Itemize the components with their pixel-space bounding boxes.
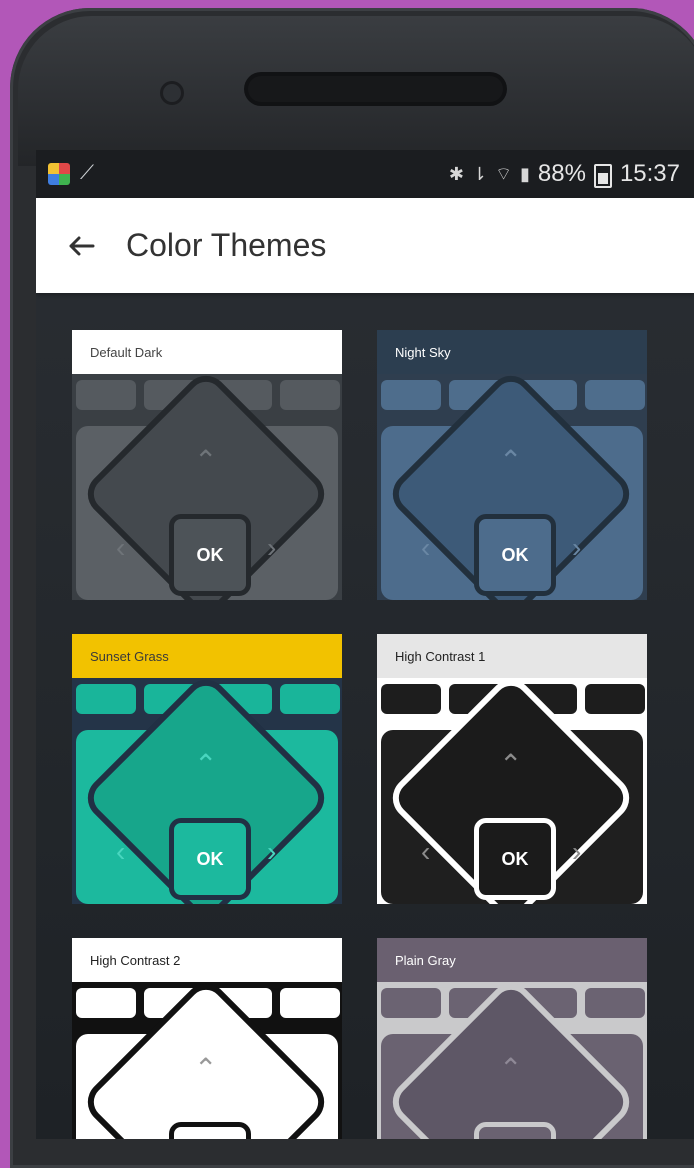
status-bar: ⟋ ✱ ⇂ ⌔ ▮ 88% 15:37 — [36, 150, 694, 198]
chevron-right-icon: › — [267, 836, 277, 867]
theme-card-2[interactable]: Sunset Grass ⌃ ‹ › OK — [72, 634, 342, 904]
theme-name: Night Sky — [377, 330, 647, 374]
theme-preview: ⌃ ‹ › OK — [72, 678, 342, 904]
theme-card-1[interactable]: Night Sky ⌃ ‹ › OK — [377, 330, 647, 600]
chevron-up-icon: ⌃ — [499, 445, 523, 476]
theme-preview: ⌃ ‹ › OK — [377, 374, 647, 600]
preview-key — [585, 684, 645, 714]
bluetooth-icon: ✱ — [448, 163, 464, 184]
battery-level: 88% — [537, 160, 586, 187]
preview-key — [280, 684, 340, 714]
status-left: ⟋ — [48, 162, 94, 185]
theme-preview: ⌃ ‹ › OK — [377, 678, 647, 904]
chevron-right-icon: › — [572, 532, 582, 563]
plug-icon: ⟋ — [80, 162, 94, 184]
preview-key — [381, 380, 441, 410]
app-bar: Color Themes — [36, 198, 694, 293]
preview-key — [381, 684, 441, 714]
theme-name: Default Dark — [72, 330, 342, 374]
preview-ok-button: OK — [474, 818, 556, 900]
camera-icon — [163, 84, 181, 102]
theme-card-3[interactable]: High Contrast 1 ⌃ ‹ › OK — [377, 634, 647, 904]
preview-ok-button: OK — [474, 1122, 556, 1139]
chevron-up-icon: ⌃ — [499, 1053, 523, 1084]
battery-icon — [593, 164, 612, 188]
wifi-icon: ⌔ — [495, 163, 512, 184]
chevron-right-icon: › — [572, 836, 582, 867]
status-right: ✱ ⇂ ⌔ ▮ 88% 15:37 — [449, 160, 680, 188]
chevron-left-icon: ‹ — [421, 532, 431, 563]
phone-frame: ⟋ ✱ ⇂ ⌔ ▮ 88% 15:37 Color Themes Default… — [0, 0, 694, 1168]
chevron-up-icon: ⌃ — [194, 1053, 218, 1084]
chevron-up-icon: ⌃ — [194, 445, 218, 476]
preview-key — [280, 988, 340, 1018]
theme-preview: ⌃ ‹ › OK — [72, 374, 342, 600]
chevron-left-icon: ‹ — [116, 836, 126, 867]
theme-name: Sunset Grass — [72, 634, 342, 678]
cell-icon: ▮ — [519, 163, 530, 184]
preview-key — [76, 684, 136, 714]
preview-key — [76, 988, 136, 1018]
chevron-up-icon: ⌃ — [499, 749, 523, 780]
page-title: Color Themes — [126, 227, 327, 263]
chevron-left-icon: ‹ — [116, 532, 126, 563]
back-button[interactable] — [56, 219, 110, 273]
phone-top — [18, 16, 694, 166]
preview-ok-button: OK — [169, 514, 251, 596]
theme-name: Plain Gray — [377, 938, 647, 982]
theme-card-0[interactable]: Default Dark ⌃ ‹ › OK — [72, 330, 342, 600]
theme-name: High Contrast 1 — [377, 634, 647, 678]
status-time: 15:37 — [619, 160, 680, 187]
arrow-left-icon — [69, 236, 95, 255]
chevron-right-icon: › — [267, 532, 277, 563]
theme-card-5[interactable]: Plain Gray⌃‹›OK — [377, 938, 647, 1139]
preview-key — [381, 988, 441, 1018]
app-icon — [48, 162, 70, 185]
preview-key — [585, 380, 645, 410]
theme-preview: ⌃‹›OK — [377, 982, 647, 1139]
preview-ok-button: OK — [474, 514, 556, 596]
preview-key — [280, 380, 340, 410]
preview-key — [585, 988, 645, 1018]
signal-icon: ⇂ — [471, 163, 488, 184]
preview-key — [76, 380, 136, 410]
theme-card-4[interactable]: High Contrast 2⌃‹›OK — [72, 938, 342, 1139]
chevron-up-icon: ⌃ — [194, 749, 218, 780]
theme-name: High Contrast 2 — [72, 938, 342, 982]
chevron-left-icon: ‹ — [421, 836, 431, 867]
theme-preview: ⌃‹›OK — [72, 982, 342, 1139]
preview-ok-button: OK — [169, 1122, 251, 1139]
preview-ok-button: OK — [169, 818, 251, 900]
speaker-grille — [248, 76, 503, 102]
screen: ⟋ ✱ ⇂ ⌔ ▮ 88% 15:37 Color Themes Default… — [36, 150, 694, 1139]
